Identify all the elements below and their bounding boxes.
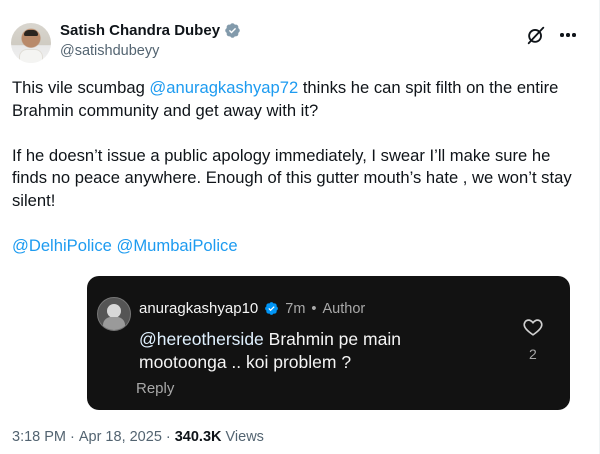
tweet-paragraph-1: This vile scumbag @anuragkashyap72 think… xyxy=(12,77,577,122)
footer-dot: · xyxy=(70,429,75,445)
views-label: Views xyxy=(225,429,264,445)
verified-badge-icon xyxy=(225,23,240,38)
tweet-paragraph-2: If he doesn’t issue a public apology imm… xyxy=(12,145,572,210)
reply-avatar xyxy=(97,297,131,331)
tweet-text-segment: This vile scumbag xyxy=(12,78,150,97)
reply-role: Author xyxy=(322,300,366,317)
embedded-reply-screenshot[interactable]: anuragkashyap10 7m • Author @hereothersi… xyxy=(87,276,570,410)
mention-link[interactable]: @anuragkashyap72 xyxy=(149,78,298,97)
views-count: 340.3K xyxy=(174,429,222,445)
author-avatar[interactable] xyxy=(11,23,51,63)
reply-username: anuragkashyap10 xyxy=(139,300,259,317)
more-icon[interactable] xyxy=(557,24,579,46)
avatar-hair xyxy=(24,30,38,36)
mention-link[interactable]: @DelhiPolice xyxy=(12,236,112,255)
author-handle[interactable]: @satishdubeyy xyxy=(60,43,159,59)
reply-label: Reply xyxy=(136,380,175,397)
reply-separator: • xyxy=(311,300,317,317)
tweet-paragraph-3: @DelhiPolice @MumbaiPolice xyxy=(12,235,577,258)
mention-link[interactable]: @MumbaiPolice xyxy=(116,236,237,255)
reply-mention: @hereotherside xyxy=(139,329,264,349)
reply-like-count: 2 xyxy=(529,346,537,362)
tweet-footer: 3:18 PM · Apr 18, 2025 · 340.3K Views xyxy=(12,429,264,445)
author-display-name[interactable]: Satish Chandra Dubey xyxy=(60,22,220,39)
reply-time: 7m xyxy=(285,300,306,317)
footer-dot: · xyxy=(165,429,171,445)
tweet-time[interactable]: 3:18 PM xyxy=(12,429,66,445)
tweet-text: This vile scumbag @anuragkashyap72 think… xyxy=(12,77,577,280)
grok-icon[interactable] xyxy=(525,24,547,46)
heart-icon xyxy=(523,319,543,336)
reply-text: @hereotherside Brahmin pe main mootoonga… xyxy=(139,328,439,374)
tweet: Satish Chandra Dubey @satishdubeyy This … xyxy=(0,0,600,454)
reply-user-row: anuragkashyap10 7m • Author xyxy=(139,300,365,317)
author-name-row: Satish Chandra Dubey xyxy=(60,22,241,39)
avatar-shirt xyxy=(19,49,43,63)
tweet-date[interactable]: Apr 18, 2025 xyxy=(79,429,162,445)
verified-badge-icon xyxy=(265,302,279,315)
